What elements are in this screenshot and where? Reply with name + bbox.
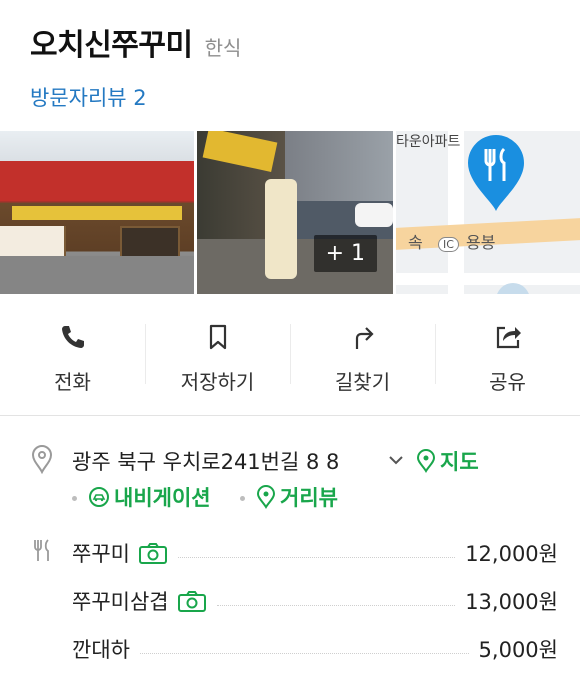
- menu-item-name: 깐대하: [72, 638, 130, 662]
- menu-item-price: 13,000원: [465, 590, 558, 614]
- visitor-review-link[interactable]: 방문자리뷰 2: [30, 82, 560, 112]
- price-leader: [216, 604, 456, 606]
- menu-item: 깐대하 5,000원: [72, 634, 558, 664]
- street-view-pin-icon: [256, 485, 276, 509]
- street-view-link[interactable]: 거리뷰: [256, 482, 338, 512]
- menu-item-price: 12,000원: [465, 542, 558, 566]
- call-label: 전화: [54, 370, 91, 394]
- map-label: 타운아파트: [396, 134, 461, 150]
- phone-icon: [61, 326, 84, 348]
- camera-icon[interactable]: [177, 589, 207, 613]
- menu-item-name: 쭈꾸미: [72, 542, 130, 566]
- share-label: 공유: [489, 370, 526, 394]
- ic-badge: IC: [438, 237, 459, 252]
- street-view-link-label: 거리뷰: [280, 486, 338, 510]
- share-icon: [496, 326, 521, 349]
- storefront-awning: [12, 206, 182, 220]
- map-road-label-text: 속: [408, 233, 423, 252]
- directions-button[interactable]: 길찾기: [290, 294, 435, 415]
- map-street: [448, 131, 464, 294]
- storefront-road: [0, 256, 194, 294]
- storefront-photo[interactable]: [0, 131, 194, 294]
- menu-item: 쭈꾸미삼겹 13,000원: [72, 586, 558, 616]
- map-street: [396, 273, 580, 285]
- place-header: 오치신쭈꾸미 한식 방문자리뷰 2: [30, 20, 560, 112]
- share-button[interactable]: 공유: [435, 294, 580, 415]
- map-link-label: 지도: [440, 450, 479, 474]
- street-photo[interactable]: + 1: [197, 131, 393, 294]
- location-pin-icon: [31, 445, 53, 474]
- more-photos-count: + 1: [313, 235, 377, 272]
- address-text[interactable]: 광주 북구 우치로241번길 8 8: [72, 446, 339, 476]
- map-link[interactable]: 지도: [416, 446, 479, 476]
- separator-dot: [240, 496, 245, 501]
- navigation-link-label: 내비게이션: [114, 486, 211, 510]
- storefront-poster: [0, 226, 64, 256]
- storefront-sign: [0, 161, 194, 201]
- title-row: 오치신쭈꾸미 한식: [30, 20, 560, 64]
- map-pin-icon: [416, 449, 436, 473]
- save-button[interactable]: 저장하기: [145, 294, 290, 415]
- menu-item-price: 5,000원: [478, 638, 558, 662]
- separator-dot: [72, 496, 77, 501]
- more-photos-overlay: + 1: [197, 131, 393, 294]
- camera-icon[interactable]: [138, 541, 168, 565]
- menu-item: 쭈꾸미 12,000원: [72, 538, 558, 568]
- bookmark-icon: [209, 324, 226, 350]
- menu-item-name: 쭈꾸미삼겹: [72, 590, 169, 614]
- map-area-label: 용봉: [466, 233, 496, 252]
- address-row: 광주 북구 우치로241번길 8 8: [0, 444, 580, 478]
- map-thumbnail[interactable]: 타운아파트 속 IC 용봉: [396, 131, 580, 294]
- restaurant-pin-icon: [468, 135, 524, 211]
- place-category: 한식: [204, 36, 242, 60]
- photo-strip: + 1 타운아파트 속 IC 용봉: [0, 131, 580, 294]
- car-icon: [89, 487, 109, 507]
- save-label: 저장하기: [180, 370, 255, 394]
- map-road-label: 속 IC 용봉: [408, 229, 495, 253]
- action-bar: 전화 저장하기 길찾기 공유: [0, 294, 580, 416]
- price-leader: [177, 556, 456, 558]
- price-leader: [139, 652, 469, 654]
- directions-icon: [355, 327, 374, 349]
- fork-knife-icon: [34, 539, 49, 561]
- place-title: 오치신쭈꾸미: [30, 28, 193, 63]
- chevron-down-icon[interactable]: [388, 454, 404, 466]
- navigation-link[interactable]: 내비게이션: [88, 482, 211, 512]
- directions-label: 길찾기: [334, 370, 391, 394]
- call-button[interactable]: 전화: [0, 294, 145, 415]
